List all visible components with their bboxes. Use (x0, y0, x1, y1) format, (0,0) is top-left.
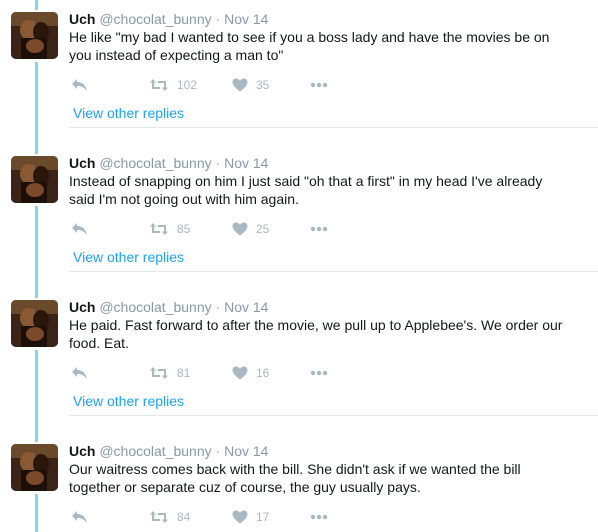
heart-icon (232, 222, 248, 236)
avatar[interactable] (11, 156, 58, 203)
reply-button[interactable] (71, 75, 88, 95)
user-handle[interactable]: @chocolat_bunny (99, 155, 211, 171)
tweet-actions: 102 35 (69, 75, 369, 95)
display-name[interactable]: Uch (69, 155, 95, 171)
user-handle[interactable]: @chocolat_bunny (99, 443, 211, 459)
tweet[interactable]: Uch @chocolat_bunny · Nov 14 He paid. Fa… (0, 288, 598, 432)
retweet-button[interactable]: 81 (149, 363, 190, 383)
retweet-count: 85 (177, 222, 191, 236)
tweet-header: Uch @chocolat_bunny · Nov 14 (69, 10, 268, 28)
heart-icon (232, 78, 248, 92)
like-button[interactable]: 16 (232, 363, 269, 383)
more-icon (310, 226, 328, 232)
reply-button[interactable] (71, 363, 88, 383)
view-other-replies-link[interactable]: View other replies (73, 104, 184, 122)
like-button[interactable]: 25 (232, 219, 269, 239)
avatar[interactable] (11, 300, 58, 347)
tweet-actions: 85 25 (69, 219, 369, 239)
like-count: 35 (256, 78, 270, 92)
retweet-button[interactable]: 102 (149, 75, 197, 95)
tweet[interactable]: Uch @chocolat_bunny · Nov 14 He like "my… (0, 0, 598, 144)
tweet-date[interactable]: Nov 14 (224, 443, 268, 459)
like-button[interactable]: 17 (232, 507, 269, 527)
user-handle[interactable]: @chocolat_bunny (99, 11, 211, 27)
retweet-button[interactable]: 85 (149, 219, 190, 239)
display-name[interactable]: Uch (69, 443, 95, 459)
reply-icon (71, 366, 88, 380)
tweet[interactable]: Uch @chocolat_bunny · Nov 14 Our waitres… (0, 432, 598, 532)
divider (69, 415, 598, 416)
more-button[interactable] (310, 507, 328, 527)
reply-icon (71, 222, 88, 236)
separator-dot: · (215, 155, 221, 171)
reply-icon (71, 78, 88, 92)
more-button[interactable] (310, 219, 328, 239)
avatar[interactable] (11, 12, 58, 59)
more-button[interactable] (310, 363, 328, 383)
retweet-icon (149, 78, 169, 92)
user-handle[interactable]: @chocolat_bunny (99, 299, 211, 315)
tweet-actions: 84 17 (69, 507, 369, 527)
separator-dot: · (215, 299, 221, 315)
like-count: 16 (256, 366, 270, 380)
heart-icon (232, 510, 248, 524)
view-other-replies-link[interactable]: View other replies (73, 248, 184, 266)
tweet-date[interactable]: Nov 14 (224, 155, 268, 171)
more-icon (310, 82, 328, 88)
display-name[interactable]: Uch (69, 299, 95, 315)
like-button[interactable]: 35 (232, 75, 269, 95)
display-name[interactable]: Uch (69, 11, 95, 27)
more-icon (310, 514, 328, 520)
divider (69, 271, 598, 272)
tweet-actions: 81 16 (69, 363, 369, 383)
tweet-text: He paid. Fast forward to after the movie… (69, 317, 563, 351)
separator-dot: · (215, 443, 221, 459)
retweet-icon (149, 366, 169, 380)
reply-icon (71, 510, 88, 524)
reply-button[interactable] (71, 219, 88, 239)
tweet-text: Our waitress comes back with the bill. S… (69, 461, 521, 495)
separator-dot: · (215, 11, 221, 27)
retweet-count: 81 (177, 366, 191, 380)
like-count: 17 (256, 510, 270, 524)
retweet-icon (149, 222, 169, 236)
retweet-icon (149, 510, 169, 524)
more-button[interactable] (310, 75, 328, 95)
divider (69, 127, 598, 128)
tweet-header: Uch @chocolat_bunny · Nov 14 (69, 154, 268, 172)
retweet-button[interactable]: 84 (149, 507, 190, 527)
tweet-text: Instead of snapping on him I just said "… (69, 173, 543, 207)
tweet-date[interactable]: Nov 14 (224, 11, 268, 27)
tweet-header: Uch @chocolat_bunny · Nov 14 (69, 298, 268, 316)
more-icon (310, 370, 328, 376)
tweet[interactable]: Uch @chocolat_bunny · Nov 14 Instead of … (0, 144, 598, 288)
avatar[interactable] (11, 444, 58, 491)
tweet-text: He like "my bad I wanted to see if you a… (69, 29, 550, 63)
retweet-count: 102 (177, 78, 198, 92)
like-count: 25 (256, 222, 270, 236)
tweet-header: Uch @chocolat_bunny · Nov 14 (69, 442, 268, 460)
view-other-replies-link[interactable]: View other replies (73, 392, 184, 410)
tweet-date[interactable]: Nov 14 (224, 299, 268, 315)
retweet-count: 84 (177, 510, 191, 524)
heart-icon (232, 366, 248, 380)
reply-button[interactable] (71, 507, 88, 527)
